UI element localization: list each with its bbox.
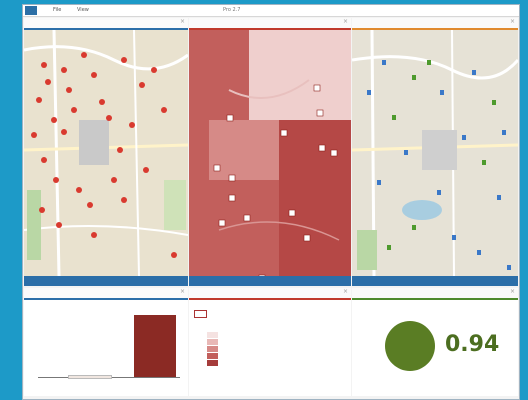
bar[interactable] [134, 314, 176, 377]
app-window: File View Pro 2.7 × × × × × × 0.94 [22, 4, 520, 400]
category-map-svg [352, 29, 518, 277]
close-icon[interactable]: × [180, 18, 185, 25]
pane-title [352, 288, 518, 298]
window-title: Pro 2.7 [223, 7, 241, 13]
pane-title [189, 18, 351, 28]
map-canvas[interactable] [24, 29, 188, 277]
pane-accent [352, 298, 518, 300]
pane-title [352, 18, 518, 28]
close-icon[interactable]: × [180, 288, 185, 295]
close-icon[interactable]: × [343, 18, 348, 25]
map-canvas[interactable] [352, 29, 518, 277]
close-icon[interactable]: × [343, 288, 348, 295]
bar[interactable] [68, 375, 112, 379]
legend-swatch [207, 332, 218, 338]
choropleth-map-pane: × [189, 18, 351, 286]
gauge-pane: × 0.94 [352, 288, 518, 396]
points-map-pane: × [24, 18, 188, 286]
pane-accent [24, 298, 188, 300]
close-icon[interactable]: × [510, 288, 515, 295]
map-toolbar[interactable] [189, 276, 351, 286]
legend-swatch [207, 360, 218, 366]
menu-file[interactable]: File [53, 7, 61, 13]
menu-view[interactable]: View [77, 7, 89, 13]
pane-title [24, 288, 188, 298]
map-toolbar[interactable] [24, 276, 188, 286]
map-toolbar[interactable] [352, 276, 518, 286]
legend-pane: × [189, 288, 351, 396]
pane-accent [189, 298, 351, 300]
legend-swatch [207, 346, 218, 352]
bar-chart-pane: × [24, 288, 188, 396]
category-map-pane: × [352, 18, 518, 286]
map-canvas[interactable] [189, 30, 351, 282]
legend-swatch [207, 339, 218, 345]
title-bar: File View Pro 2.7 [23, 5, 519, 17]
points-map-svg [24, 29, 188, 277]
choropleth-map-svg [189, 30, 351, 282]
close-icon[interactable]: × [510, 18, 515, 25]
indicator-value: 0.94 [445, 332, 500, 357]
marker-symbol-icon [194, 310, 207, 318]
pane-title [189, 288, 351, 298]
app-menu-button[interactable] [25, 6, 37, 15]
pane-title [24, 18, 188, 28]
legend-swatch [207, 353, 218, 359]
indicator-circle [385, 321, 435, 371]
